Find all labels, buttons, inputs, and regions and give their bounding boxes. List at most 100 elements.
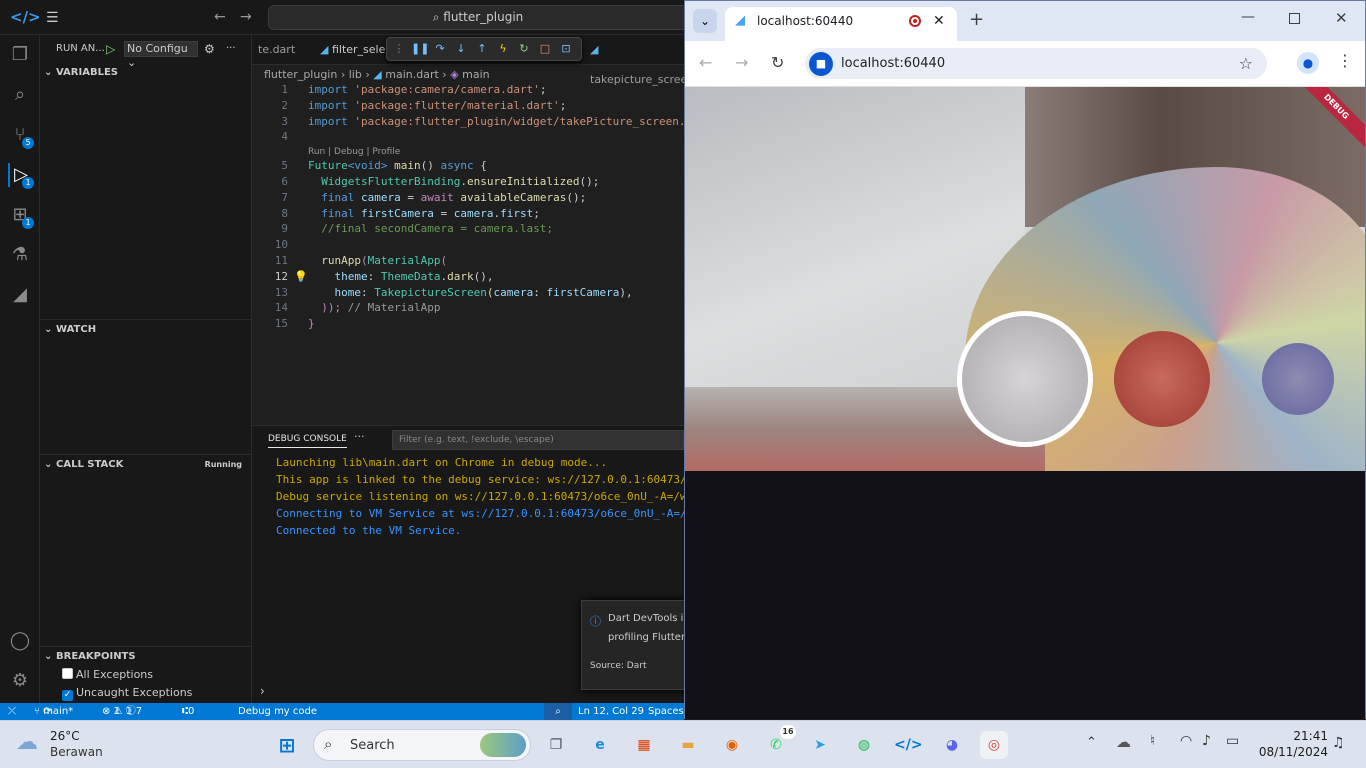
hot-reload-icon[interactable]: ϟ: [495, 41, 511, 57]
breakpoint-item[interactable]: ✓ Uncaught Exceptions: [62, 684, 192, 702]
reload-icon[interactable]: ↻: [771, 53, 784, 72]
chrome-taskbar-icon[interactable]: ◎: [980, 731, 1008, 759]
flutter-icon[interactable]: ◢: [8, 283, 32, 307]
explorer-icon[interactable]: ❐: [8, 43, 32, 67]
bookmark-star-icon[interactable]: ☆: [1239, 48, 1253, 79]
pause-icon[interactable]: ❚❚: [411, 41, 429, 57]
watch-section-header[interactable]: ⌄ WATCH: [40, 319, 252, 339]
step-out-icon[interactable]: ↑: [474, 41, 490, 57]
camera-permission-icon[interactable]: ■: [809, 52, 833, 76]
tab-filter-select[interactable]: ◢ filter_select: [314, 35, 396, 65]
start-windows-icon[interactable]: ⊞: [273, 731, 301, 759]
wifi-icon[interactable]: ◠: [1180, 733, 1192, 749]
address-bar[interactable]: ■ localhost:60440 ☆: [805, 48, 1267, 79]
telegram-icon[interactable]: ➤: [806, 731, 834, 759]
breakpoint-checkbox[interactable]: [62, 668, 73, 679]
stop-icon[interactable]: □: [537, 41, 553, 57]
clock-time[interactable]: 21:41: [1272, 729, 1328, 743]
breadcrumb-file[interactable]: main.dart: [385, 68, 439, 81]
testing-flask-icon[interactable]: ⚗: [8, 243, 32, 267]
forward-arrow-icon[interactable]: →: [240, 9, 252, 25]
breadcrumb-symbol[interactable]: main: [462, 68, 489, 81]
debug-settings-gear-icon[interactable]: ⚙: [204, 35, 215, 63]
drag-handle-icon[interactable]: ⋮: [391, 41, 407, 57]
chrome-menu-icon[interactable]: ⋮: [1337, 51, 1353, 70]
tab-takepicture-screen[interactable]: ◢ takepicture_scree: [584, 35, 687, 86]
forward-icon[interactable]: →: [735, 53, 748, 72]
close-tab-icon[interactable]: ✕: [933, 7, 945, 35]
lightbulb-icon[interactable]: 💡: [294, 269, 308, 285]
cursor-position-status[interactable]: Ln 12, Col 29: [578, 703, 644, 720]
spotify-icon[interactable]: ◍: [850, 731, 878, 759]
devtools-notification[interactable]: ⓘ Dart DevTools i profiling Flutter Sour…: [581, 600, 691, 690]
filter-selector-ring[interactable]: [957, 311, 1093, 447]
close-window-icon[interactable]: ✕: [1335, 9, 1348, 27]
breakpoint-item[interactable]: All Exceptions: [62, 666, 192, 684]
variables-section-header[interactable]: ⌄ VARIABLES: [40, 63, 252, 83]
tab-debug-console[interactable]: DEBUG CONSOLE: [268, 434, 347, 448]
branch-status[interactable]: ⑂ main* ⟳: [34, 703, 73, 720]
filter-option-red[interactable]: [1114, 331, 1210, 427]
console-input-chevron-icon[interactable]: ›: [260, 684, 265, 698]
breadcrumb-lib[interactable]: lib: [349, 68, 362, 81]
step-over-icon[interactable]: ↷: [432, 41, 448, 57]
config-dropdown[interactable]: No Configu ⌄: [124, 41, 198, 69]
microphone-icon[interactable]: ♮: [1150, 733, 1155, 749]
clock-date[interactable]: 08/11/2024: [1254, 745, 1328, 759]
zoom-search-icon[interactable]: ⌕: [544, 703, 572, 720]
weather-desc[interactable]: Berawan: [50, 745, 103, 759]
filter-option-blue[interactable]: [1262, 343, 1334, 415]
search-icon[interactable]: ⌕: [8, 83, 32, 107]
command-center-search[interactable]: ⌕ flutter_plugin: [268, 5, 688, 30]
console-filter-input[interactable]: Filter (e.g. text, !exclude, \escape): [392, 430, 684, 450]
tab-search-chevron-icon[interactable]: ⌄: [693, 9, 717, 33]
code-editor[interactable]: 1 import 'package:camera/camera.dart'; 2i…: [252, 82, 699, 332]
firefox-icon[interactable]: ◉: [718, 731, 746, 759]
ports-status[interactable]: ⑆ 0: [182, 703, 194, 720]
new-tab-plus-icon[interactable]: +: [969, 9, 984, 30]
weather-temp[interactable]: 26°C: [50, 729, 80, 743]
problems-status[interactable]: ⊗ 1 ⚠ 1 ⓘ 7: [102, 703, 142, 720]
file-explorer-icon[interactable]: ▬: [674, 731, 702, 759]
taskbar-search-box[interactable]: ⌕ Search: [313, 729, 531, 761]
store-icon[interactable]: ▦: [630, 731, 658, 759]
breadcrumb-project[interactable]: flutter_plugin: [264, 68, 337, 81]
volume-icon[interactable]: ♪: [1202, 733, 1211, 749]
discord-icon[interactable]: ◕: [938, 731, 966, 759]
remote-icon[interactable]: ⤫: [8, 703, 16, 720]
editor-area: te.dart ◢ filter_select ◢ takepicture_sc…: [252, 35, 699, 425]
step-into-icon[interactable]: ↓: [453, 41, 469, 57]
menu-icon[interactable]: ☰: [46, 10, 59, 26]
vscode-taskbar-icon[interactable]: </>: [894, 731, 923, 759]
breakpoint-checkbox[interactable]: ✓: [62, 690, 73, 701]
profile-avatar-icon[interactable]: ●: [1297, 52, 1319, 74]
account-icon[interactable]: ◯: [8, 629, 32, 653]
extensions-icon[interactable]: ⊞ 1: [8, 203, 34, 229]
tab-te-dart[interactable]: te.dart: [252, 35, 295, 65]
onedrive-cloud-icon[interactable]: ☁: [1116, 733, 1131, 751]
indent-status[interactable]: Spaces:: [648, 703, 687, 720]
more-actions-icon[interactable]: ···: [226, 35, 236, 63]
back-arrow-icon[interactable]: ←: [214, 9, 226, 25]
weather-cloud-icon[interactable]: ☁: [16, 730, 38, 755]
chrome-tab-localhost[interactable]: ◢ localhost:60440 ✕: [725, 7, 957, 41]
breakpoints-section-header[interactable]: ⌄ BREAKPOINTS: [40, 646, 252, 666]
devtools-icon[interactable]: ⊡: [558, 41, 574, 57]
task-view-icon[interactable]: ❐: [542, 731, 570, 759]
back-icon[interactable]: ←: [699, 53, 712, 72]
battery-icon[interactable]: ▭: [1226, 733, 1239, 749]
edge-icon[interactable]: e: [586, 731, 614, 759]
source-control-icon[interactable]: ⑂ 5: [8, 123, 34, 149]
minimize-icon[interactable]: —: [1241, 9, 1255, 25]
maximize-icon[interactable]: [1289, 13, 1300, 24]
tray-chevron-icon[interactable]: ⌃: [1086, 735, 1097, 750]
whatsapp-icon[interactable]: ✆ 16: [762, 725, 796, 759]
start-debug-play-icon[interactable]: ▷: [106, 35, 115, 63]
call-stack-section-header[interactable]: ⌄ CALL STACK Running: [40, 454, 252, 474]
restart-icon[interactable]: ↻: [516, 41, 532, 57]
run-debug-icon[interactable]: ▷ 1: [8, 163, 34, 189]
notification-bell-icon[interactable]: ♫: [1332, 735, 1345, 751]
panel-more-icon[interactable]: ···: [354, 430, 365, 443]
debug-my-code-status[interactable]: Debug my code: [238, 703, 317, 720]
settings-gear-icon[interactable]: ⚙: [8, 669, 32, 693]
